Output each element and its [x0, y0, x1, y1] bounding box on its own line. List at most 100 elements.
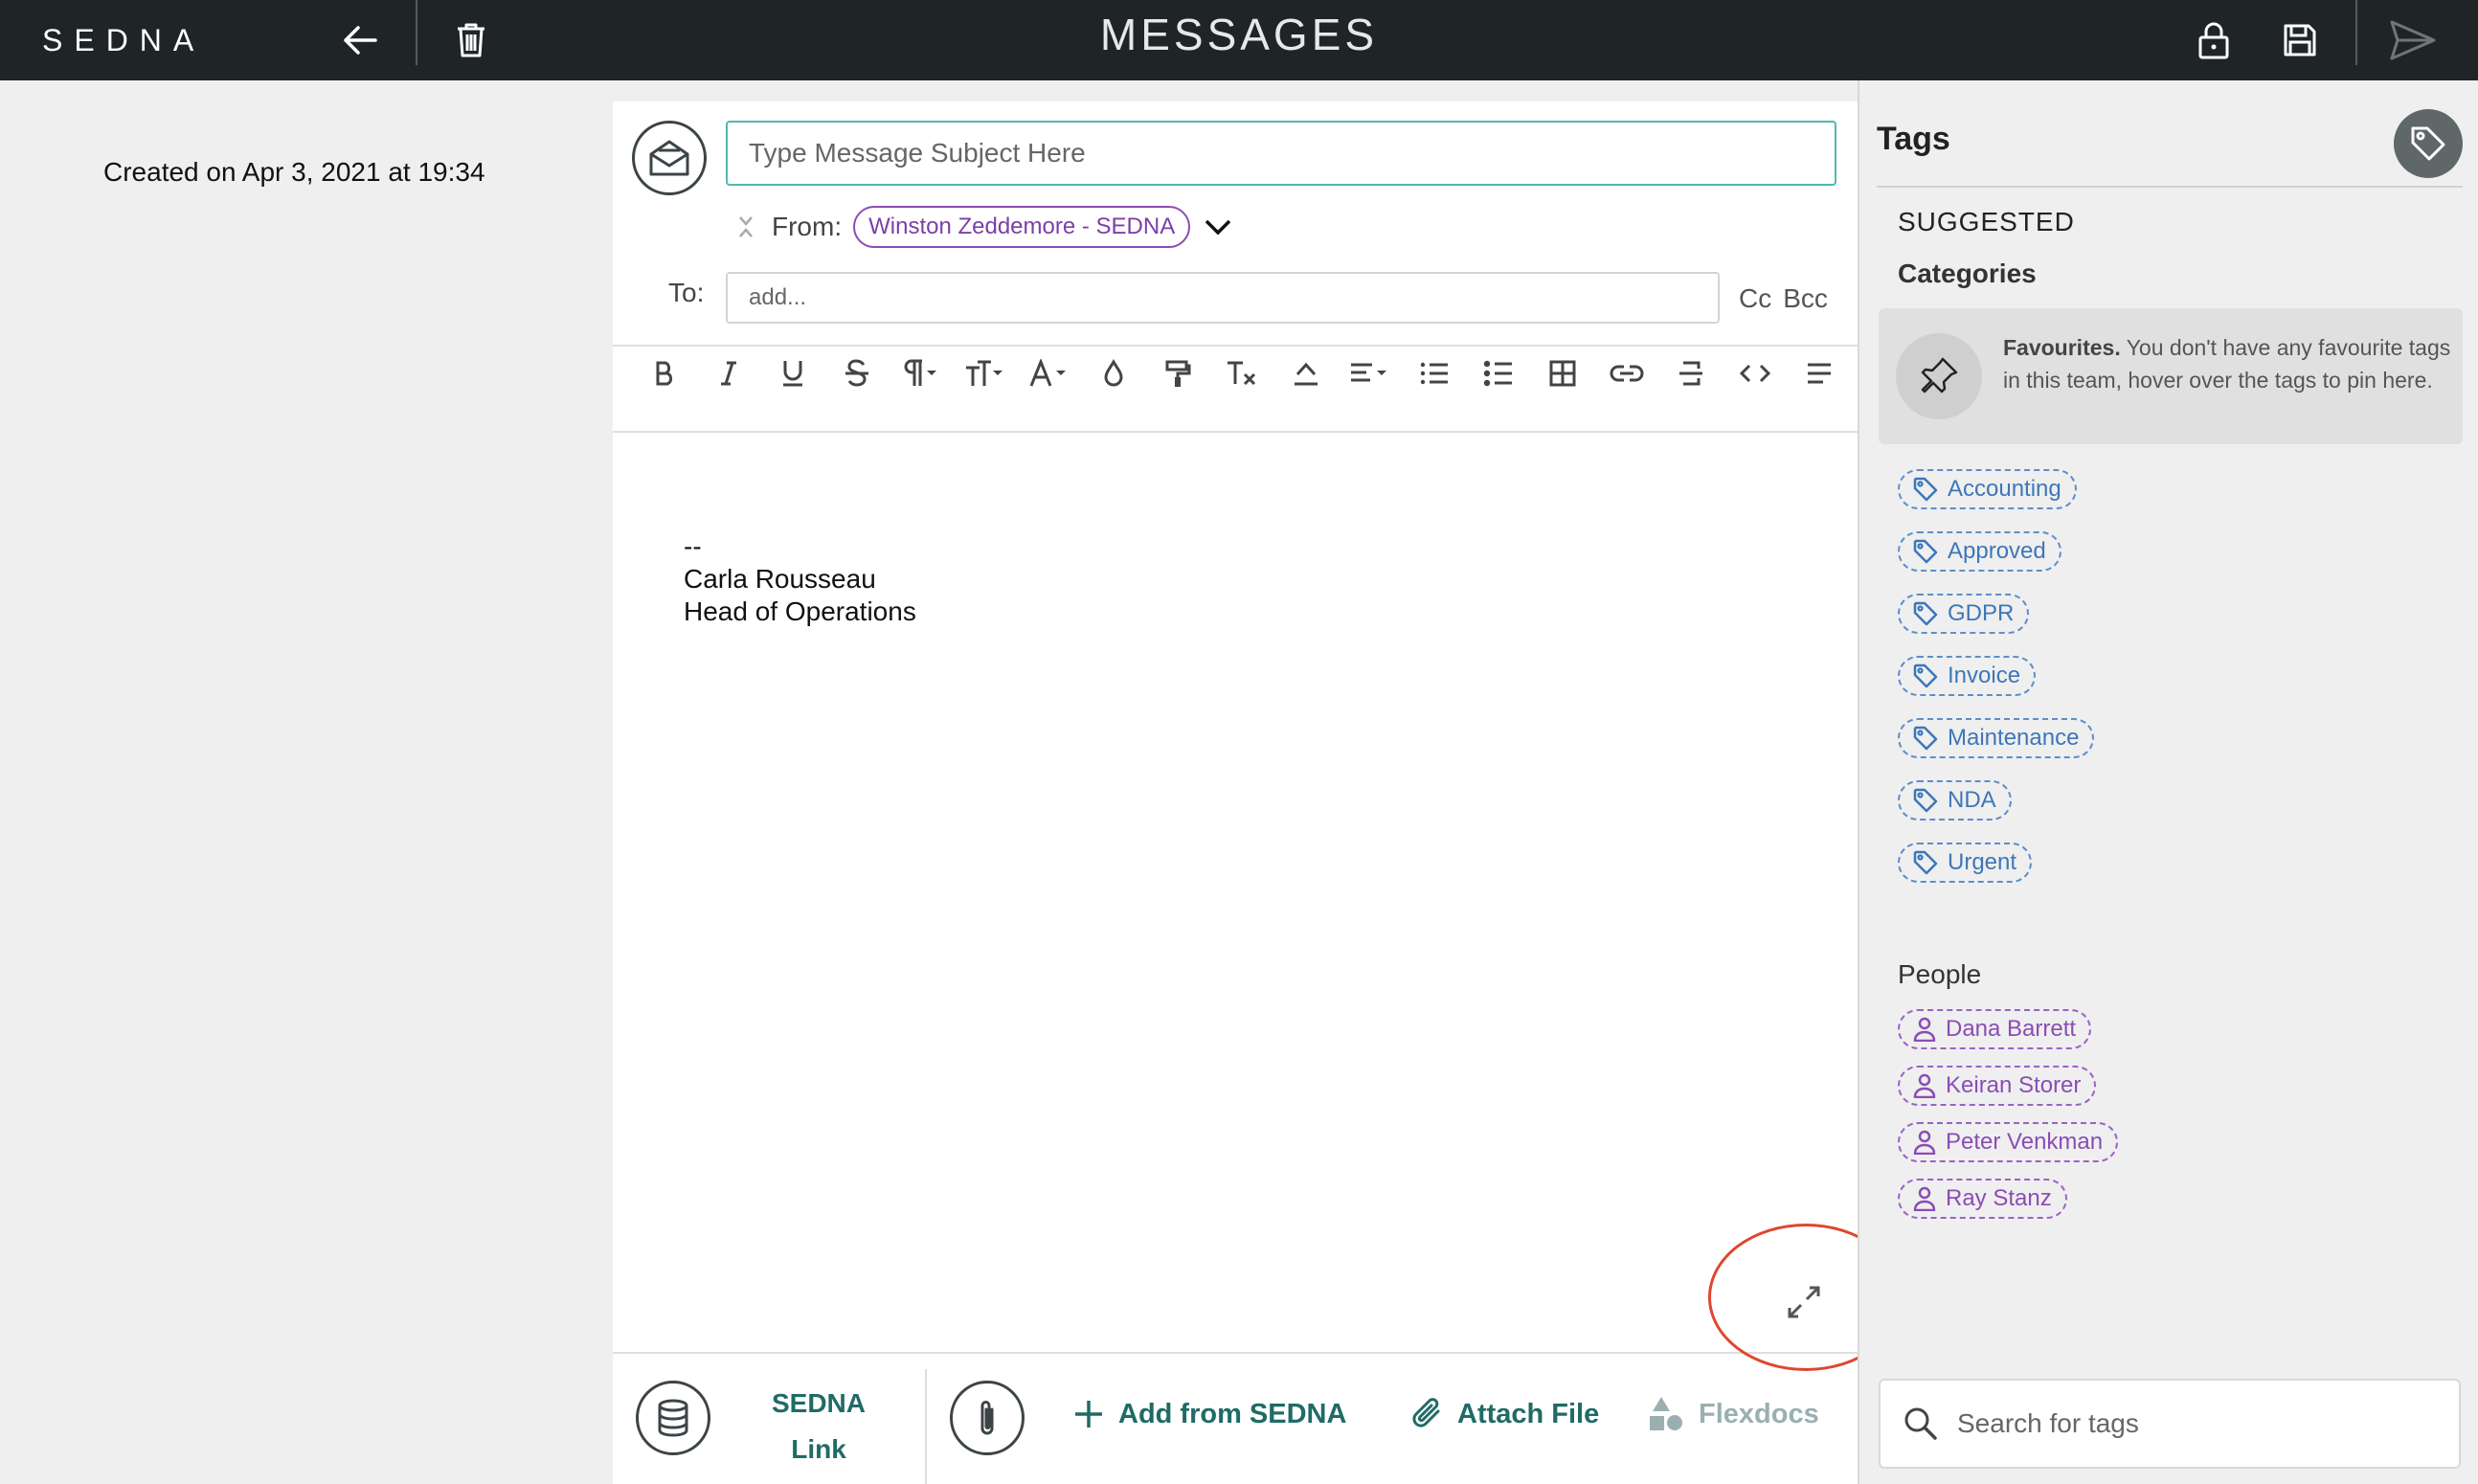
tag-chip-invoice[interactable]: Invoice: [1898, 656, 2037, 696]
person-label: Keiran Storer: [1946, 1072, 2082, 1098]
toolbar-separator: [2355, 0, 2357, 65]
from-row: From: Winston Zeddemore - SEDNA: [737, 205, 1232, 249]
clear-format-icon[interactable]: [1209, 345, 1273, 402]
bullet-list-icon[interactable]: [1402, 345, 1466, 402]
bold-icon[interactable]: [632, 345, 696, 402]
attach-file-button[interactable]: Attach File: [1411, 1390, 1599, 1438]
horizontal-rule-icon[interactable]: [1273, 345, 1338, 402]
signature-separator: --: [684, 531, 702, 561]
to-label: To:: [668, 278, 705, 307]
align-icon[interactable]: [1338, 345, 1402, 402]
flexdocs-button[interactable]: Flexdocs: [1647, 1390, 1819, 1438]
person-icon: [1913, 1130, 1936, 1155]
add-from-sedna-label: Add from SEDNA: [1118, 1398, 1347, 1429]
favourites-box: Favourites. You don't have any favourite…: [1879, 308, 2463, 444]
back-arrow-icon[interactable]: [331, 11, 389, 69]
font-size-icon[interactable]: [953, 345, 1017, 402]
chevron-down-icon[interactable]: [1204, 217, 1232, 236]
tag-icon: [1913, 539, 1938, 564]
collapse-icon[interactable]: [737, 214, 755, 240]
font-color-icon[interactable]: [1017, 345, 1081, 402]
tag-chip-nda[interactable]: NDA: [1898, 780, 2012, 821]
underline-icon[interactable]: [760, 345, 824, 402]
attach-file-label: Attach File: [1457, 1398, 1600, 1429]
tag-search-box: [1879, 1379, 2461, 1469]
trash-icon[interactable]: [442, 11, 500, 69]
expand-editor-icon[interactable]: [1783, 1281, 1825, 1323]
divider: [613, 431, 1858, 433]
highlight-drop-icon[interactable]: [1081, 345, 1145, 402]
tag-label: Maintenance: [1948, 725, 2080, 751]
person-label: Dana Barrett: [1946, 1016, 2077, 1042]
save-icon[interactable]: [2271, 11, 2329, 69]
database-icon[interactable]: [636, 1381, 710, 1455]
person-chip-ray-stanz[interactable]: Ray Stanz: [1898, 1179, 2067, 1219]
tag-label: Accounting: [1948, 476, 2061, 502]
tag-chip-urgent[interactable]: Urgent: [1898, 843, 2033, 883]
person-icon: [1913, 1186, 1936, 1211]
numbered-list-icon[interactable]: [1466, 345, 1530, 402]
more-icon[interactable]: [1787, 345, 1851, 402]
favourites-title: Favourites.: [2003, 335, 2121, 360]
tag-chip-maintenance[interactable]: Maintenance: [1898, 718, 2095, 758]
bcc-button[interactable]: Bcc: [1783, 283, 1828, 314]
tag-label: NDA: [1948, 787, 1996, 813]
subject-input[interactable]: [726, 121, 1836, 186]
sedna-link-button[interactable]: SEDNA Link: [756, 1381, 881, 1473]
to-recipient-input[interactable]: [726, 272, 1720, 324]
italic-icon[interactable]: [696, 345, 760, 402]
tag-icon[interactable]: [2394, 109, 2463, 178]
link-icon[interactable]: [1594, 345, 1658, 402]
tag-label: GDPR: [1948, 600, 2015, 626]
suggested-heading: SUGGESTED: [1898, 207, 2075, 236]
tag-icon: [1913, 601, 1938, 626]
people-list: Dana Barrett Keiran Storer Peter Venkman…: [1898, 1009, 2119, 1219]
tag-label: Invoice: [1948, 663, 2021, 688]
tag-icon: [1913, 726, 1938, 751]
cc-bcc-toggle: Cc Bcc: [1739, 283, 1828, 314]
attach-icon: [1412, 1398, 1440, 1428]
favourites-message: Favourites. You don't have any favourite…: [2003, 331, 2453, 396]
tag-icon: [1913, 663, 1938, 688]
paragraph-icon[interactable]: [889, 345, 953, 402]
tag-label: Approved: [1948, 538, 2046, 564]
envelope-icon: [632, 121, 707, 195]
formatting-toolbar: [632, 345, 1851, 402]
person-chip-dana-barrett[interactable]: Dana Barrett: [1898, 1009, 2092, 1049]
cc-button[interactable]: Cc: [1739, 283, 1771, 314]
send-icon[interactable]: [2384, 11, 2442, 69]
tag-chip-gdpr[interactable]: GDPR: [1898, 594, 2030, 634]
composer-footer: SEDNA Link Add from SEDNA Attach File Fl…: [613, 1352, 1858, 1484]
tags-panel-title: Tags: [1877, 121, 1950, 157]
tag-chip-accounting[interactable]: Accounting: [1898, 469, 2077, 509]
from-label: From:: [772, 212, 843, 241]
tag-icon: [1913, 788, 1938, 813]
person-label: Peter Venkman: [1946, 1129, 2104, 1155]
toolbar-separator: [416, 0, 417, 65]
tag-icon: [1913, 477, 1938, 502]
tag-search-input[interactable]: [1957, 1408, 2417, 1439]
table-icon[interactable]: [1530, 345, 1594, 402]
people-heading: People: [1898, 959, 1982, 989]
shapes-icon: [1650, 1397, 1682, 1430]
sedna-link-label-line1: SEDNA: [771, 1388, 866, 1418]
person-chip-keiran-storer[interactable]: Keiran Storer: [1898, 1066, 2097, 1106]
panel-divider: [1877, 186, 2463, 188]
strikethrough-icon[interactable]: [824, 345, 889, 402]
categories-heading: Categories: [1898, 259, 2037, 288]
signature-title: Head of Operations: [684, 596, 916, 626]
paperclip-icon[interactable]: [950, 1381, 1025, 1455]
add-from-sedna-button[interactable]: Add from SEDNA: [1072, 1390, 1346, 1438]
tag-chip-approved[interactable]: Approved: [1898, 531, 2061, 572]
format-painter-icon[interactable]: [1145, 345, 1209, 402]
from-sender-chip[interactable]: Winston Zeddemore - SEDNA: [853, 206, 1191, 248]
code-icon[interactable]: [1723, 345, 1787, 402]
plus-icon: [1075, 1401, 1102, 1428]
lock-icon[interactable]: [2185, 11, 2242, 69]
divider-icon[interactable]: [1658, 345, 1723, 402]
top-bar: SEDNA MESSAGES: [0, 0, 2478, 80]
search-icon: [1904, 1407, 1937, 1440]
person-chip-peter-venkman[interactable]: Peter Venkman: [1898, 1122, 2119, 1162]
message-body-editor[interactable]: -- Carla Rousseau Head of Operations: [684, 530, 916, 628]
person-icon: [1913, 1073, 1936, 1098]
